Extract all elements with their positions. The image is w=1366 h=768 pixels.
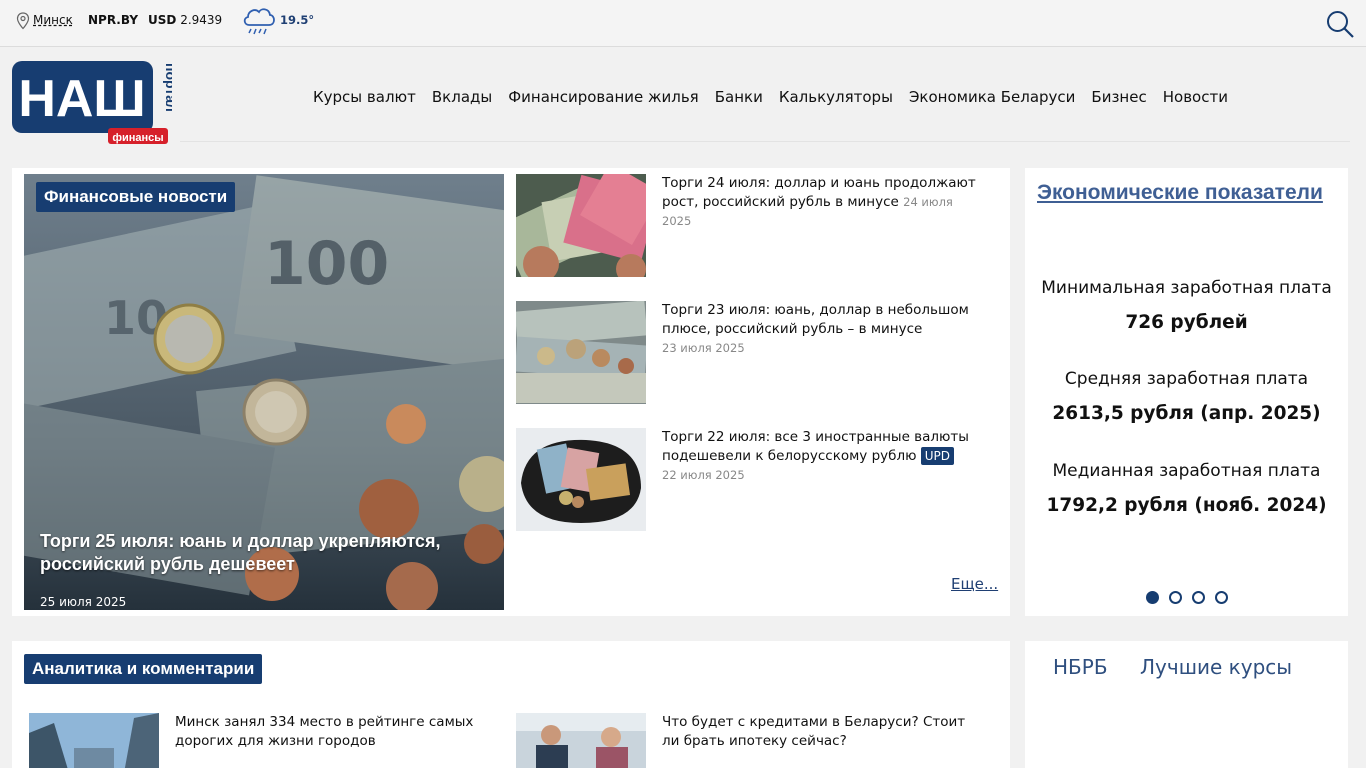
update-badge: UPD xyxy=(920,447,955,465)
site-name: NPR.BY xyxy=(88,13,139,27)
category-tag-analytics[interactable]: Аналитика и комментарии xyxy=(24,654,263,684)
analytics-thumbnail xyxy=(516,713,646,768)
news-date: 22 июля 2025 xyxy=(662,468,745,482)
rates-card: НБРБ Лучшие курсы xyxy=(1025,641,1348,768)
slider-dot-3[interactable] xyxy=(1192,591,1205,604)
stat-median-wage: Медианная заработная плата 1792,2 рубля … xyxy=(1025,461,1348,516)
analytics-item[interactable]: Минск занял 334 место в рейтинге самых д… xyxy=(29,713,509,768)
news-title[interactable]: Торги 24 июля: доллар и юань продолжают … xyxy=(662,174,982,231)
slider-dot-4[interactable] xyxy=(1215,591,1228,604)
temperature: 19.5° xyxy=(280,13,315,27)
nav-item-business[interactable]: Бизнес xyxy=(1083,88,1154,106)
news-thumbnail xyxy=(516,174,646,277)
tab-nbrb[interactable]: НБРБ xyxy=(1053,655,1108,679)
tab-best-rates[interactable]: Лучшие курсы xyxy=(1140,655,1292,679)
svg-text:НАШ: НАШ xyxy=(18,70,145,128)
stat-average-wage: Средняя заработная плата 2613,5 рубля (а… xyxy=(1025,369,1348,424)
stat-label: Средняя заработная плата xyxy=(1064,369,1309,389)
svg-text:финансы: финансы xyxy=(112,132,163,144)
nav-item-news[interactable]: Новости xyxy=(1155,88,1236,106)
news-card: 100 10 Финансовые новости Торги 25 июля:… xyxy=(12,168,1010,616)
city-selector[interactable]: Минск xyxy=(33,13,73,27)
nav-item-currency-rates[interactable]: Курсы валют xyxy=(305,88,424,106)
nav-item-deposits[interactable]: Вклады xyxy=(424,88,500,106)
news-title-text[interactable]: Торги 23 июля: юань, доллар в небольшом … xyxy=(662,302,969,337)
featured-title[interactable]: Торги 25 июля: юань и доллар укрепляются… xyxy=(40,530,480,576)
news-item[interactable]: Торги 22 июля: все 3 иностранные валюты … xyxy=(516,428,996,531)
stat-value: 2613,5 рубля (апр. 2025) xyxy=(1052,403,1321,424)
usd-rate: USD 2.9439 xyxy=(148,13,222,27)
slider-pagination xyxy=(1146,591,1228,604)
news-thumbnail xyxy=(516,428,646,531)
more-news-link[interactable]: Еще... xyxy=(951,575,998,593)
stat-value: 726 рублей xyxy=(1125,312,1248,333)
usd-label: USD xyxy=(148,13,177,27)
main-nav: Курсы валют Вклады Финансирование жилья … xyxy=(305,88,1236,106)
stat-min-wage: Минимальная заработная плата 726 рублей xyxy=(1025,278,1348,333)
featured-article[interactable]: 100 10 Финансовые новости Торги 25 июля:… xyxy=(24,174,504,610)
site-header: НАШ портал финансы Курсы валют Вклады Фи… xyxy=(0,48,1366,146)
nav-item-economy[interactable]: Экономика Беларуси xyxy=(901,88,1083,106)
svg-text:портал: портал xyxy=(163,63,172,112)
stat-label: Медианная заработная плата xyxy=(1052,461,1321,481)
news-title[interactable]: Торги 22 июля: все 3 иностранные валюты … xyxy=(662,428,982,485)
news-title[interactable]: Торги 23 июля: юань, доллар в небольшом … xyxy=(662,301,982,358)
site-logo[interactable]: НАШ портал финансы xyxy=(12,61,172,146)
nav-item-banks[interactable]: Банки xyxy=(707,88,771,106)
analytics-title[interactable]: Что будет с кредитами в Беларуси? Стоит … xyxy=(662,713,972,751)
nav-item-housing-finance[interactable]: Финансирование жилья xyxy=(500,88,706,106)
news-item[interactable]: Торги 24 июля: доллар и юань продолжают … xyxy=(516,174,996,277)
news-item[interactable]: Торги 23 июля: юань, доллар в небольшом … xyxy=(516,301,996,404)
news-thumbnail xyxy=(516,301,646,404)
slider-dot-1[interactable] xyxy=(1146,591,1159,604)
stat-value: 1792,2 рубля (нояб. 2024) xyxy=(1046,495,1327,516)
search-icon[interactable] xyxy=(1325,9,1355,39)
top-bar: Минск NPR.BY USD 2.9439 19.5° xyxy=(0,0,1366,47)
analytics-item[interactable]: Что будет с кредитами в Беларуси? Стоит … xyxy=(516,713,996,768)
header-divider xyxy=(180,141,1350,142)
news-date: 23 июля 2025 xyxy=(662,341,745,355)
location-pin-icon xyxy=(16,12,30,30)
stat-label: Минимальная заработная плата xyxy=(1041,278,1332,298)
analytics-title[interactable]: Минск занял 334 место в рейтинге самых д… xyxy=(175,713,485,751)
usd-value: 2.9439 xyxy=(180,13,223,27)
rain-cloud-icon xyxy=(243,8,275,35)
featured-date: 25 июля 2025 xyxy=(40,595,127,609)
slider-dot-2[interactable] xyxy=(1169,591,1182,604)
category-tag-finance-news[interactable]: Финансовые новости xyxy=(36,182,236,212)
nav-item-calculators[interactable]: Калькуляторы xyxy=(771,88,901,106)
svg-text:100: 100 xyxy=(264,229,389,299)
economic-indicators-card: Экономические показатели Минимальная зар… xyxy=(1025,168,1348,616)
analytics-thumbnail xyxy=(29,713,159,768)
analytics-card: Аналитика и комментарии Минск занял 334 … xyxy=(12,641,1010,768)
economic-indicators-title[interactable]: Экономические показатели xyxy=(1037,180,1327,205)
